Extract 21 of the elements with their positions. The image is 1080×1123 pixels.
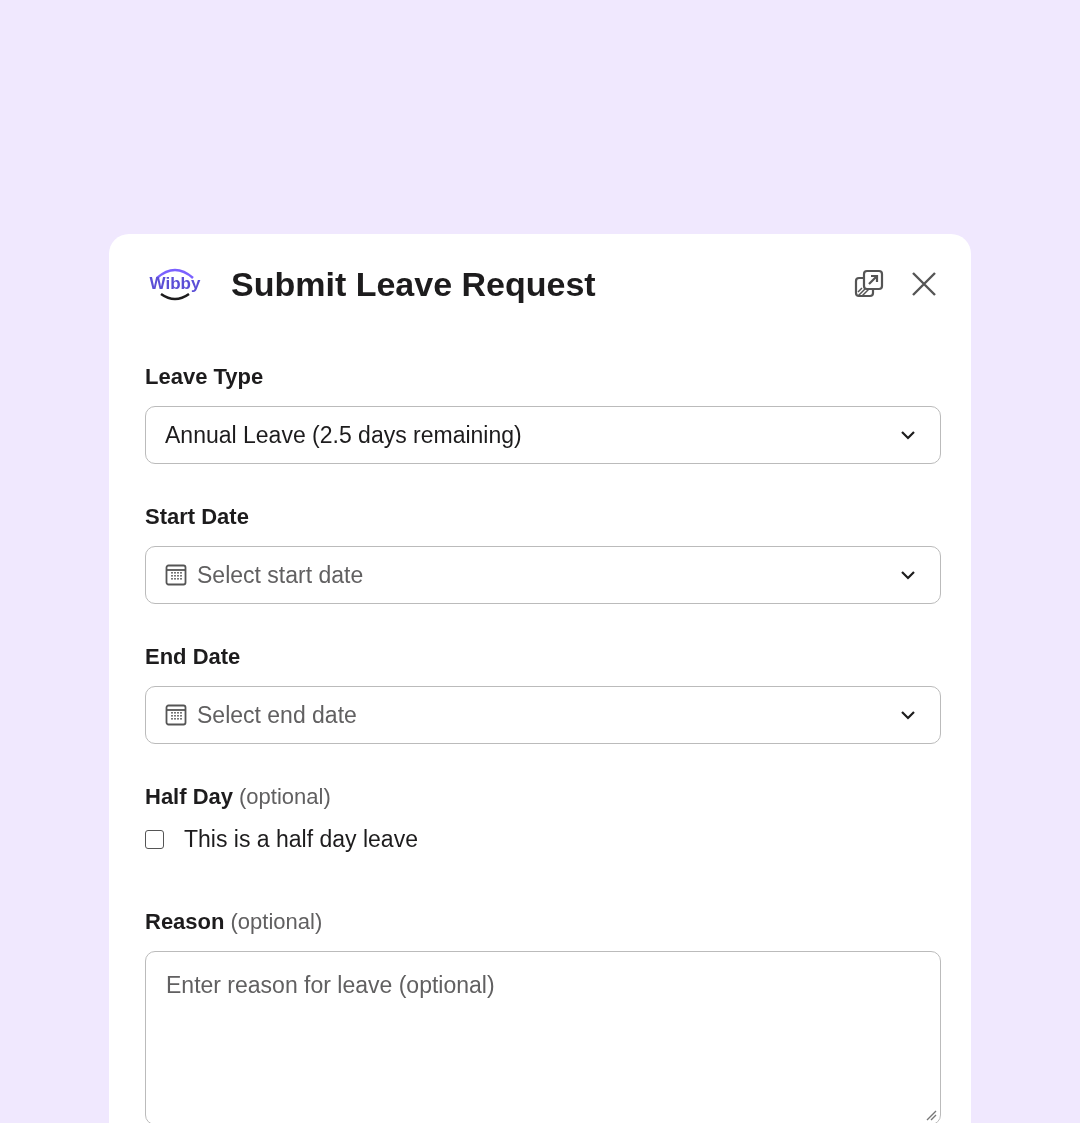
optional-hint: (optional) [230,909,323,935]
logo: Wibby [149,264,201,304]
resize-handle-icon[interactable] [925,1109,937,1121]
field-label: Half Day [145,784,234,810]
chevron-down-icon [900,710,916,720]
field-label: End Date [145,644,241,670]
dialog-title: Submit Leave Request [231,264,597,304]
field-label: Start Date [145,504,249,530]
leave-type-select[interactable]: Annual Leave (2.5 days remaining) [145,406,941,464]
calendar-icon [165,564,187,586]
optional-hint: (optional) [239,784,331,810]
date-picker[interactable]: Select start date [145,546,941,604]
calendar-icon [165,704,187,726]
chevron-down-icon [900,570,916,580]
field-label: Reason [145,909,225,935]
checkbox-label: This is a half day leave [184,826,418,853]
chevron-down-icon [900,430,916,440]
date-picker[interactable]: Select end date [145,686,941,744]
checkbox[interactable] [145,830,164,849]
reason-textarea[interactable]: Enter reason for leave (optional) [145,951,941,1123]
field-label: Leave Type [145,364,264,390]
